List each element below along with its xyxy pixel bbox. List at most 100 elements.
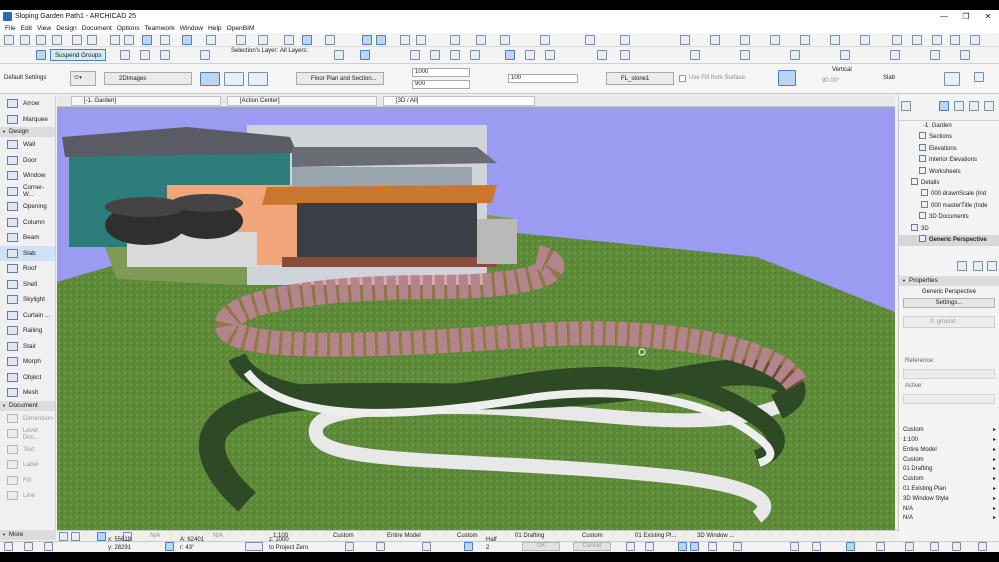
zoom-in-icon[interactable] <box>97 532 106 541</box>
gravity-icon[interactable] <box>302 35 312 45</box>
z-coordinate[interactable]: z: 1000 <box>269 537 289 543</box>
align-center-icon[interactable] <box>740 50 750 60</box>
tool-corner-window[interactable]: Corner-W... <box>0 184 55 200</box>
favorites-icon[interactable] <box>944 72 960 86</box>
tab-3d-all[interactable]: [3D / All] <box>383 96 535 106</box>
x-coordinate[interactable]: x: 55619 <box>108 537 131 543</box>
hotlink-icon[interactable] <box>978 542 987 551</box>
tool-railing[interactable]: Railing <box>0 323 55 339</box>
tool-object[interactable]: Object <box>0 370 55 386</box>
view-setting-model[interactable]: Entire Model <box>899 446 999 456</box>
menu-document[interactable]: Document <box>82 25 112 32</box>
tool-column[interactable]: Column <box>0 215 55 231</box>
bottom-offset-field[interactable]: 900 <box>412 80 470 89</box>
align-icon[interactable] <box>680 35 690 45</box>
lock-icon[interactable] <box>800 35 810 45</box>
tree-item-generic-perspective[interactable]: Generic Perspective <box>899 234 999 247</box>
structure-profile-icon[interactable] <box>248 72 268 86</box>
maximize-button[interactable]: ❐ <box>955 10 977 23</box>
undo-icon[interactable] <box>110 35 120 45</box>
extra-snap-icon[interactable] <box>905 542 914 551</box>
view-setting-na-1[interactable]: N/A <box>899 505 999 515</box>
geometry-method-icon[interactable] <box>846 542 855 551</box>
ok-button[interactable]: OK <box>522 542 560 551</box>
reference-slider[interactable] <box>903 369 995 380</box>
mirror-icon[interactable] <box>160 50 170 60</box>
layer-show-icon[interactable] <box>360 50 370 60</box>
menu-teamwork[interactable]: Teamwork <box>145 25 175 32</box>
line-drag-icon[interactable] <box>790 542 799 551</box>
surface-selector[interactable]: FL_stone1 <box>606 72 674 85</box>
view-setting-custom-1[interactable]: Custom <box>899 426 999 436</box>
cancel-button[interactable]: Cancel <box>573 542 611 551</box>
more-section-header[interactable]: More <box>0 530 56 540</box>
angle-lock-icon[interactable] <box>165 542 174 551</box>
section-icon[interactable] <box>450 35 460 45</box>
tool-opening[interactable]: Opening <box>0 199 55 215</box>
menu-file[interactable]: File <box>5 25 16 32</box>
new-file-icon[interactable] <box>4 35 14 45</box>
rotate-icon[interactable] <box>140 50 150 60</box>
copy-icon[interactable] <box>87 35 97 45</box>
explore-icon[interactable] <box>376 35 386 45</box>
tool-shell[interactable]: Shell <box>0 277 55 293</box>
a-coordinate[interactable]: A: 62401 <box>180 537 204 543</box>
tree-item-elevations[interactable]: Elevations <box>899 143 999 155</box>
tree-item-3d[interactable]: 3D <box>899 223 999 235</box>
cursor-snap-icon[interactable] <box>24 542 33 551</box>
render-icon[interactable] <box>540 35 550 45</box>
arc-drag-icon[interactable] <box>812 542 821 551</box>
tool-level-dimension[interactable]: Level Dim... <box>0 426 55 442</box>
tool-curtain-wall[interactable]: Curtain ... <box>0 308 55 324</box>
grid-settings-icon[interactable] <box>840 50 850 60</box>
navigator-options-icon[interactable] <box>901 101 911 111</box>
tab-action-center[interactable]: [Action Center] <box>227 96 377 106</box>
menu-window[interactable]: Window <box>180 25 203 32</box>
grid-toggle-icon[interactable] <box>626 542 635 551</box>
floor-plan-section-button[interactable]: Floor Plan and Section... <box>296 72 384 85</box>
trim-icon[interactable] <box>585 35 595 45</box>
pick-up-icon[interactable] <box>284 35 294 45</box>
zoom-in-icon[interactable] <box>400 35 410 45</box>
tool-slab[interactable]: Slab <box>0 245 55 261</box>
menu-design[interactable]: Design <box>56 25 77 32</box>
curve-icon[interactable] <box>876 542 885 551</box>
ortho-icon[interactable] <box>690 542 699 551</box>
menu-help[interactable]: Help <box>208 25 222 32</box>
publish-icon[interactable] <box>960 50 970 60</box>
tree-item-master-title[interactable]: 000 masterTitle (Inde <box>899 200 999 212</box>
settings-button[interactable]: Settings... <box>903 298 995 309</box>
view-setting-3d-style[interactable]: 3D Window Style <box>899 495 999 505</box>
group-icon[interactable] <box>740 35 750 45</box>
tree-item-details[interactable]: Details <box>899 177 999 189</box>
render-camera-icon[interactable] <box>597 50 607 60</box>
solid-ops-icon[interactable] <box>890 50 900 60</box>
tool-morph[interactable]: Morph <box>0 354 55 370</box>
r-coordinate[interactable]: r: 43° <box>180 545 194 551</box>
teamwork-icon[interactable] <box>892 35 902 45</box>
parallel-icon[interactable] <box>733 542 742 551</box>
surface-pen-icon[interactable] <box>345 542 354 551</box>
stretch-icon[interactable] <box>470 50 480 60</box>
thickness-field[interactable]: 100 <box>508 74 578 83</box>
send-backward-icon[interactable] <box>860 35 870 45</box>
book-icon[interactable] <box>932 35 942 45</box>
delete-view-icon[interactable] <box>987 261 997 272</box>
trace-icon[interactable] <box>258 35 268 45</box>
link-icon[interactable] <box>620 50 630 60</box>
tool-door[interactable]: Door <box>0 153 55 169</box>
orbit-icon[interactable] <box>362 35 372 45</box>
tree-item-interior-elevations[interactable]: Interior Elevations <box>899 155 999 166</box>
structure-composite-icon[interactable] <box>224 72 244 86</box>
view-setting-custom-3[interactable]: Custom <box>899 475 999 485</box>
camera-icon[interactable] <box>545 50 555 60</box>
document-section-header[interactable]: Document <box>0 400 55 411</box>
align-right-icon[interactable] <box>790 50 800 60</box>
intersection-icon[interactable] <box>645 542 654 551</box>
tool-dimension[interactable]: Dimension <box>0 411 55 427</box>
tool-skylight[interactable]: Skylight <box>0 292 55 308</box>
active-slider[interactable] <box>903 394 995 405</box>
model-view-value[interactable]: Entire Model <box>387 533 421 539</box>
tool-text[interactable]: Text <box>0 442 55 458</box>
view-setting-drafting[interactable]: 01 Drafting <box>899 465 999 475</box>
